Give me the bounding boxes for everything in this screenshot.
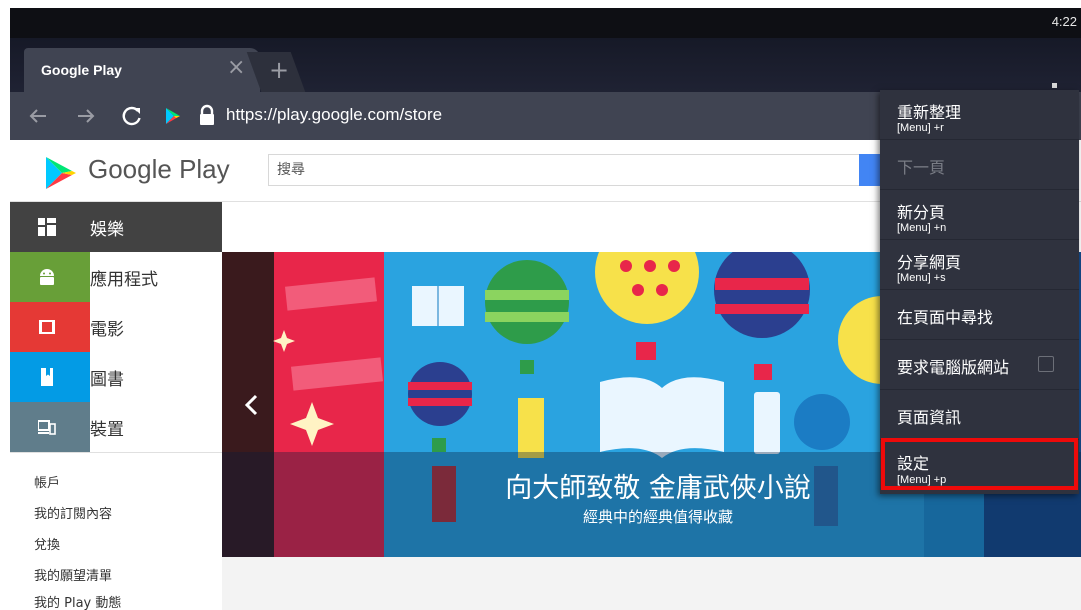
- wishlist-link[interactable]: 我的願望清單: [34, 565, 112, 584]
- menu-item-shortcut: [Menu] +r: [897, 122, 944, 134]
- android-screen: 4:22 Google Play × + https://play.google…: [10, 8, 1081, 610]
- menu-item-shortcut: [Menu] +p: [897, 474, 947, 486]
- chevron-left-icon[interactable]: [240, 392, 264, 418]
- menu-item-label: 新分頁: [897, 203, 946, 222]
- category-label: 電影: [90, 320, 124, 340]
- menu-item-find-in-page[interactable]: 在頁面中尋找: [880, 290, 1079, 340]
- clock: 4:22: [1051, 14, 1077, 29]
- category-books[interactable]: 圖書: [10, 352, 222, 402]
- menu-item-forward: 下一頁: [880, 140, 1079, 190]
- close-tab-icon[interactable]: ×: [227, 56, 245, 80]
- menu-item-label: 重新整理: [897, 103, 962, 122]
- google-play-logo-icon[interactable]: [42, 154, 80, 192]
- category-entertainment[interactable]: 娛樂: [10, 202, 222, 252]
- category-sidebar: 娛樂 應用程式 電影 圖書 裝置 帳戶 我的訂閱內容 兌換 我的願望清單 我的 …: [10, 202, 222, 610]
- desktop-site-checkbox[interactable]: [1038, 356, 1054, 372]
- menu-item-shortcut: [Menu] +n: [897, 222, 947, 234]
- play-activity-link[interactable]: 我的 Play 動態: [34, 592, 121, 610]
- category-apps[interactable]: 應用程式: [10, 252, 222, 302]
- banner-subtitle: 經典中的經典值得收藏: [582, 508, 733, 526]
- menu-item-shortcut: [Menu] +s: [897, 272, 946, 284]
- forward-icon[interactable]: [72, 102, 100, 130]
- menu-item-reload[interactable]: 重新整理 [Menu] +r: [880, 90, 1079, 140]
- menu-item-share[interactable]: 分享網頁 [Menu] +s: [880, 240, 1079, 290]
- account-link[interactable]: 帳戶: [34, 472, 60, 491]
- category-devices[interactable]: 裝置: [10, 402, 222, 452]
- lock-icon: [200, 104, 214, 125]
- menu-item-request-desktop[interactable]: 要求電腦版網站: [880, 340, 1079, 390]
- url-field[interactable]: https://play.google.com/store: [226, 105, 442, 125]
- menu-item-label: 頁面資訊: [897, 408, 962, 427]
- subscriptions-link[interactable]: 我的訂閱內容: [34, 503, 112, 522]
- android-icon: [40, 269, 54, 285]
- banner-title: 向大師致敬 金庸武俠小說: [505, 473, 811, 504]
- plus-icon[interactable]: +: [269, 58, 289, 82]
- play-favicon-icon: [166, 108, 180, 124]
- category-label: 裝置: [90, 420, 124, 440]
- movies-icon: [39, 320, 55, 334]
- menu-item-new-tab[interactable]: 新分頁 [Menu] +n: [880, 190, 1079, 240]
- tab-title: Google Play: [41, 62, 122, 78]
- menu-item-label: 下一頁: [897, 158, 946, 177]
- google-play-logo-text[interactable]: Google Play: [88, 154, 230, 185]
- category-label: 應用程式: [90, 270, 158, 290]
- menu-item-label: 設定: [897, 454, 930, 473]
- menu-item-page-info[interactable]: 頁面資訊: [880, 390, 1079, 440]
- menu-item-settings[interactable]: 設定 [Menu] +p: [880, 440, 1079, 494]
- search-input[interactable]: [277, 159, 777, 181]
- browser-overflow-menu: 重新整理 [Menu] +r 下一頁 新分頁 [Menu] +n 分享網頁 [M…: [880, 90, 1079, 494]
- search-box: [268, 154, 860, 186]
- menu-item-label: 要求電腦版網站: [897, 358, 1010, 377]
- books-icon: [41, 368, 53, 386]
- category-movies[interactable]: 電影: [10, 302, 222, 352]
- devices-icon: [38, 420, 56, 435]
- reload-icon[interactable]: [118, 102, 146, 130]
- category-label: 圖書: [90, 370, 124, 390]
- category-label: 娛樂: [90, 220, 124, 240]
- redeem-link[interactable]: 兌換: [34, 534, 60, 553]
- menu-item-label: 在頁面中尋找: [897, 308, 994, 327]
- back-icon[interactable]: [24, 102, 52, 130]
- tab-strip: Google Play × +: [10, 38, 1081, 102]
- tab-google-play[interactable]: Google Play ×: [24, 48, 260, 92]
- status-bar: 4:22: [10, 8, 1081, 38]
- entertainment-icon: [38, 218, 56, 236]
- menu-item-label: 分享網頁: [897, 253, 962, 272]
